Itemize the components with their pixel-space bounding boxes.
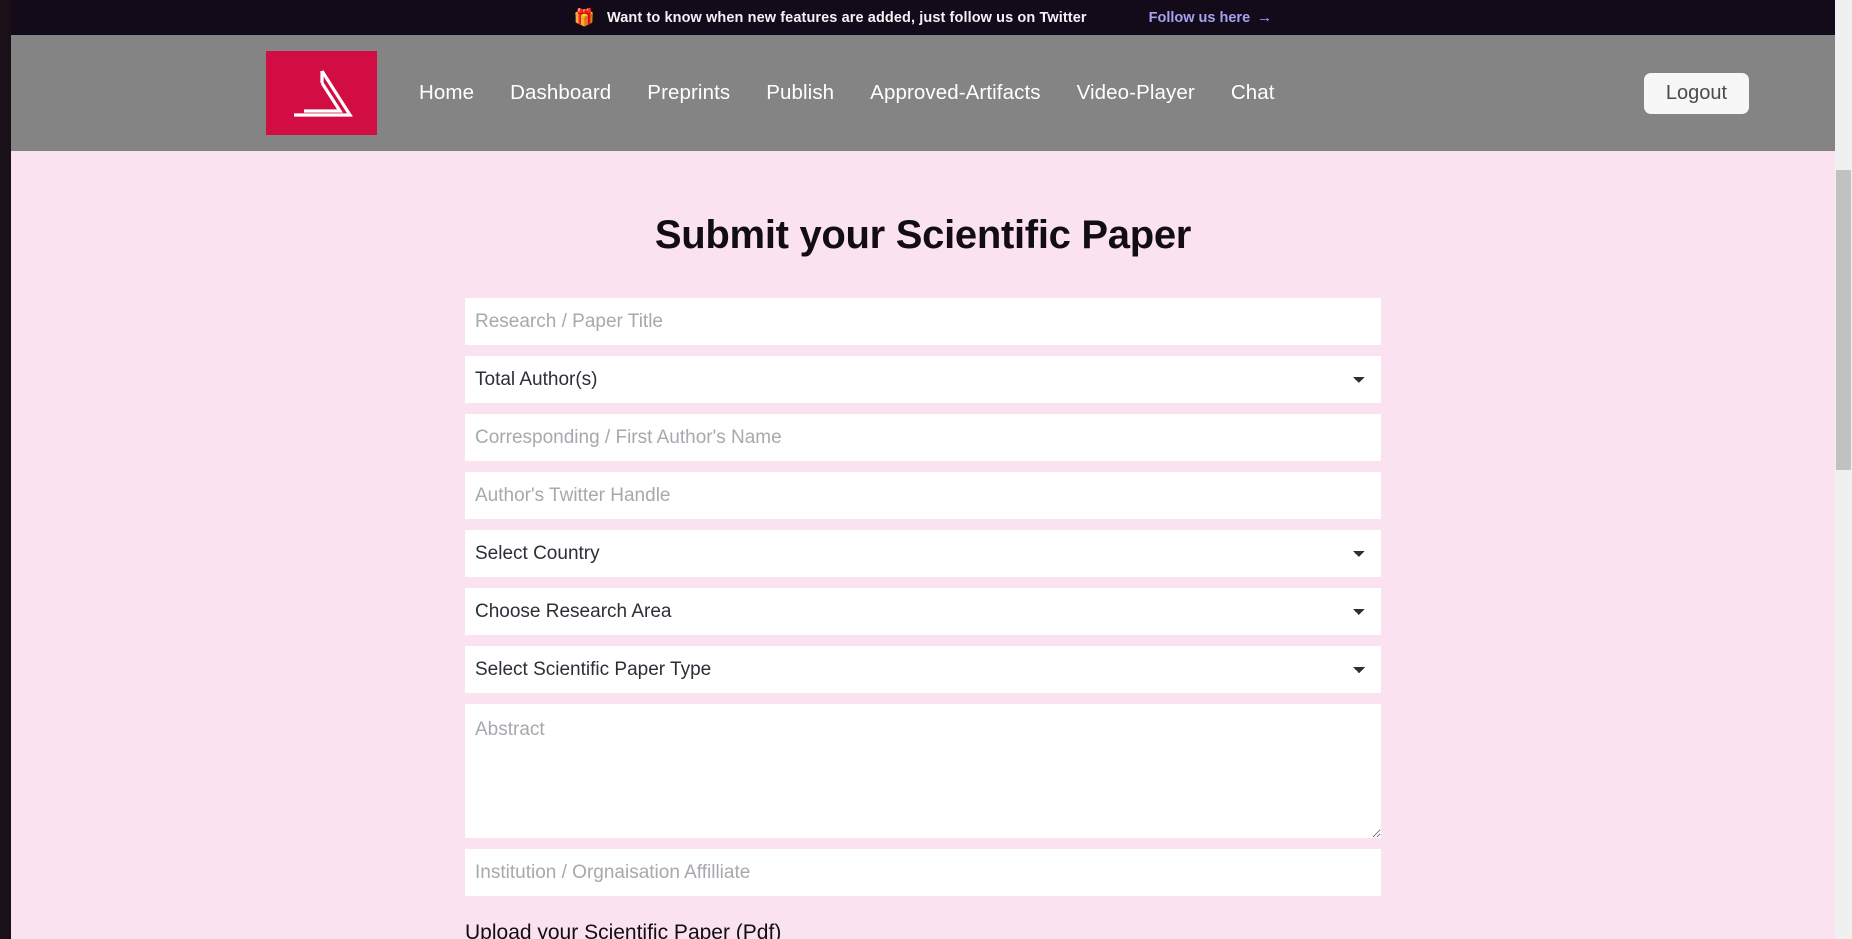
- follow-us-label: Follow us here: [1148, 9, 1251, 26]
- page-scrollbar[interactable]: [1835, 0, 1852, 939]
- announcement-banner: 🎁 Want to know when new features are add…: [11, 0, 1835, 35]
- page-body: Submit your Scientific Paper Total Autho…: [11, 151, 1835, 939]
- nav-links: Home Dashboard Preprints Publish Approve…: [401, 73, 1293, 113]
- institution-affiliation-input[interactable]: [465, 849, 1381, 896]
- total-authors-select[interactable]: Total Author(s): [465, 356, 1381, 403]
- logout-button[interactable]: Logout: [1643, 72, 1749, 114]
- paper-title-input[interactable]: [465, 298, 1381, 345]
- nav-item-chat[interactable]: Chat: [1213, 73, 1293, 113]
- nav-item-dashboard[interactable]: Dashboard: [492, 73, 629, 113]
- nav-item-home[interactable]: Home: [401, 73, 492, 113]
- site-logo[interactable]: [266, 51, 377, 135]
- left-edge-rail: [0, 0, 11, 939]
- announcement-text: Want to know when new features are added…: [607, 9, 1087, 26]
- nav-item-video-player[interactable]: Video-Player: [1059, 73, 1213, 113]
- paper-type-select[interactable]: Select Scientific Paper Type: [465, 646, 1381, 693]
- nav-item-publish[interactable]: Publish: [748, 73, 852, 113]
- author-twitter-handle-input[interactable]: [465, 472, 1381, 519]
- nav-item-preprints[interactable]: Preprints: [629, 73, 748, 113]
- announcement-banner-content: 🎁 Want to know when new features are add…: [574, 9, 1272, 26]
- paper-submission-form: Total Author(s) Select Country Choose Re…: [465, 298, 1381, 939]
- nav-item-approved-artifacts[interactable]: Approved-Artifacts: [852, 73, 1058, 113]
- arrow-right-icon: →: [1257, 9, 1273, 26]
- main-navbar: Home Dashboard Preprints Publish Approve…: [11, 35, 1835, 151]
- first-author-name-input[interactable]: [465, 414, 1381, 461]
- page-title: Submit your Scientific Paper: [654, 213, 1192, 257]
- page-scrollbar-thumb[interactable]: [1836, 170, 1851, 470]
- research-area-select[interactable]: Choose Research Area: [465, 588, 1381, 635]
- country-select[interactable]: Select Country: [465, 530, 1381, 577]
- abstract-textarea[interactable]: [465, 704, 1381, 838]
- gift-icon: 🎁: [573, 8, 596, 27]
- browser-viewport: 🎁 Want to know when new features are add…: [11, 0, 1835, 939]
- follow-us-link[interactable]: Follow us here →: [1149, 10, 1273, 26]
- upload-paper-label: Upload your Scientific Paper (Pdf): [465, 921, 782, 939]
